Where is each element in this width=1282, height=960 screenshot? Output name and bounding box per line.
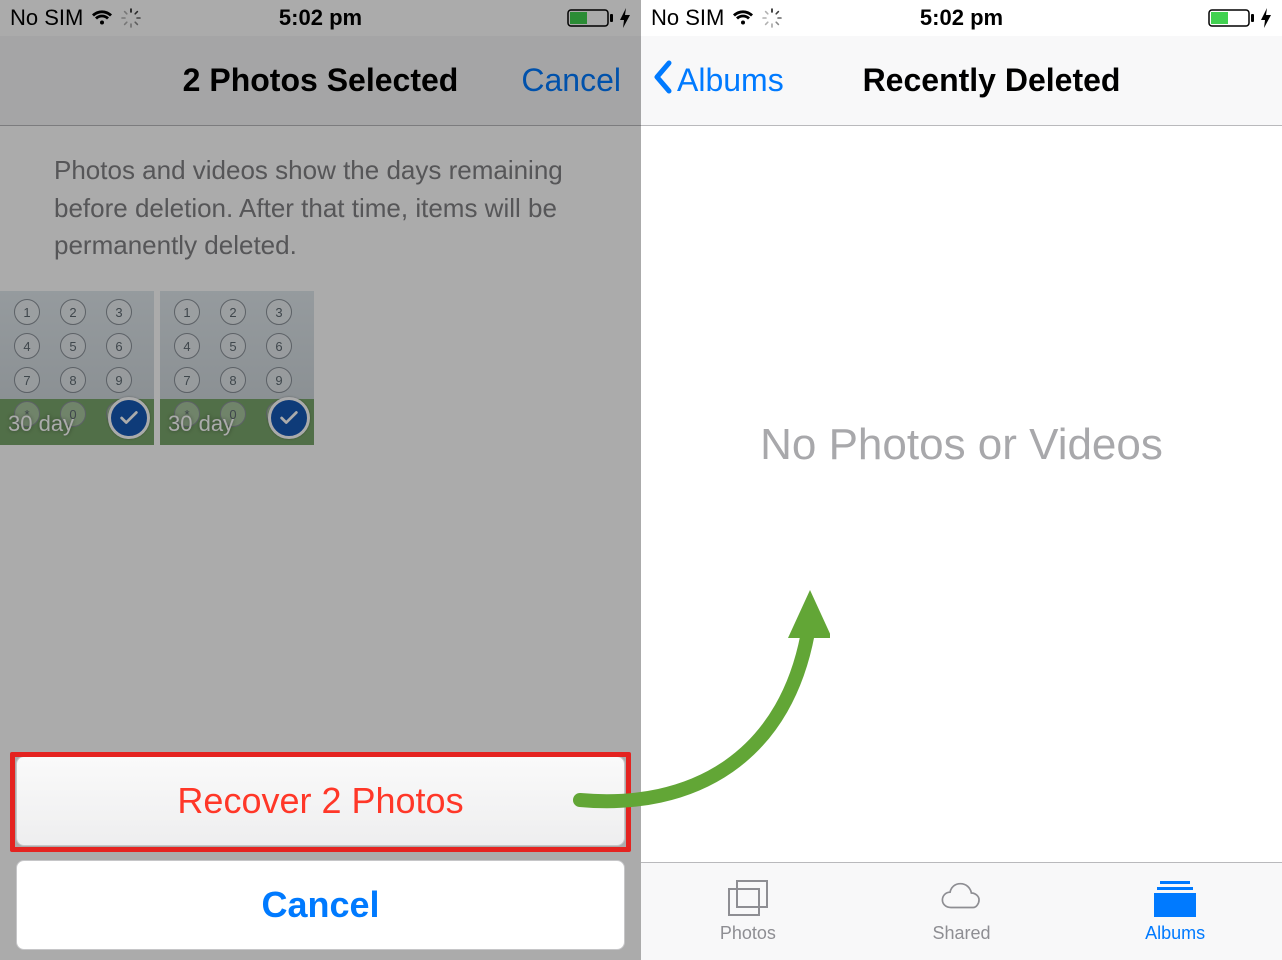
- tab-photos[interactable]: Photos: [641, 863, 855, 960]
- photos-tab-icon: [725, 879, 771, 919]
- status-bar: No SIM 5:02 pm: [641, 0, 1282, 36]
- nav-bar: 2 Photos Selected Cancel: [0, 36, 641, 126]
- status-time: 5:02 pm: [641, 5, 1282, 31]
- nav-bar: Albums Recently Deleted: [641, 36, 1282, 126]
- cancel-sheet-button[interactable]: Cancel: [16, 860, 625, 950]
- status-bar: No SIM 5:02 pm: [0, 0, 641, 36]
- chevron-left-icon: [651, 59, 675, 103]
- albums-tab-icon: [1152, 879, 1198, 919]
- status-time: 5:02 pm: [0, 5, 641, 31]
- selected-checkmark-icon: [108, 397, 150, 439]
- screen-recently-deleted-empty: No SIM 5:02 pm Albums Recently Deleted: [641, 0, 1282, 960]
- tab-bar: Photos Shared Albums: [641, 862, 1282, 960]
- action-sheet: Recover 2 Photos Cancel: [16, 742, 625, 950]
- photo-thumbnail[interactable]: 123 456 789 *0# 30 day: [160, 291, 314, 445]
- back-label: Albums: [677, 62, 784, 99]
- days-remaining-label: 30 day: [8, 411, 74, 437]
- tab-label: Photos: [720, 923, 776, 944]
- thumbnail-row: 123 456 789 *0# 30 day 123 456 789 *0# 3…: [0, 291, 641, 445]
- selected-checkmark-icon: [268, 397, 310, 439]
- recover-photos-button[interactable]: Recover 2 Photos: [16, 756, 625, 846]
- cloud-icon: [939, 879, 985, 919]
- back-button[interactable]: Albums: [651, 59, 784, 103]
- tab-shared[interactable]: Shared: [855, 863, 1069, 960]
- nav-title: 2 Photos Selected: [183, 62, 459, 99]
- nav-title: Recently Deleted: [863, 62, 1121, 99]
- tab-albums[interactable]: Albums: [1068, 863, 1282, 960]
- cancel-button[interactable]: Cancel: [521, 62, 621, 99]
- tab-label: Albums: [1145, 923, 1205, 944]
- empty-state-message: No Photos or Videos: [641, 420, 1282, 470]
- days-remaining-label: 30 day: [168, 411, 234, 437]
- description-text: Photos and videos show the days remainin…: [0, 126, 641, 291]
- tab-label: Shared: [932, 923, 990, 944]
- photo-thumbnail[interactable]: 123 456 789 *0# 30 day: [0, 291, 154, 445]
- screen-recover-sheet: No SIM 5:02 pm 2 Photos Selected Cancel …: [0, 0, 641, 960]
